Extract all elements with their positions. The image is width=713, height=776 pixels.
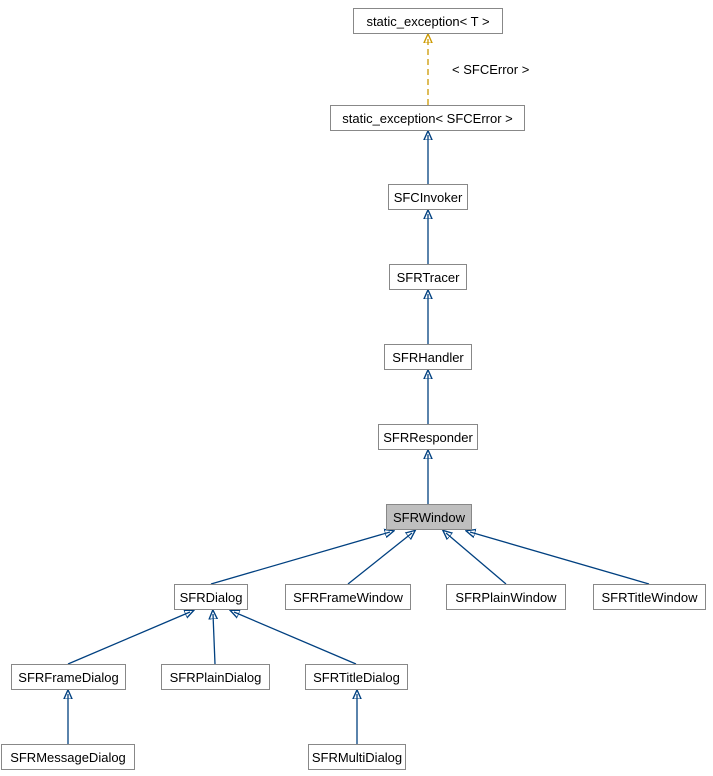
edge-inherit: [213, 614, 215, 664]
diagram-canvas: static_exception< T > < SFCError > stati…: [0, 0, 713, 776]
node-label: SFRMessageDialog: [10, 750, 126, 765]
node-sfrplaindialog[interactable]: SFRPlainDialog: [161, 664, 270, 690]
node-label: SFRTracer: [397, 270, 460, 285]
node-label: SFRFrameWindow: [293, 590, 403, 605]
node-sfrmultidialog[interactable]: SFRMultiDialog: [308, 744, 406, 770]
node-sfrresponder[interactable]: SFRResponder: [378, 424, 478, 450]
node-label: SFRResponder: [383, 430, 473, 445]
node-label: SFRTitleDialog: [313, 670, 400, 685]
node-label: static_exception< SFCError >: [342, 111, 513, 126]
node-label: static_exception< T >: [366, 14, 489, 29]
node-sfcinvoker[interactable]: SFCInvoker: [388, 184, 468, 210]
node-sfrdialog[interactable]: SFRDialog: [174, 584, 248, 610]
node-sfrwindow[interactable]: SFRWindow: [386, 504, 472, 530]
edge-inherit: [68, 612, 190, 664]
node-label: SFRMultiDialog: [312, 750, 402, 765]
node-static-exception-sfcerror[interactable]: static_exception< SFCError >: [330, 105, 525, 131]
edge-inherit: [348, 533, 412, 584]
node-label: SFRTitleWindow: [601, 590, 697, 605]
edge-inherit: [446, 533, 506, 584]
node-label: SFRPlainWindow: [455, 590, 556, 605]
node-label: SFRWindow: [393, 510, 465, 525]
node-sfrmessagedialog[interactable]: SFRMessageDialog: [1, 744, 135, 770]
node-static-exception-t[interactable]: static_exception< T >: [353, 8, 503, 34]
node-sfrtracer[interactable]: SFRTracer: [389, 264, 467, 290]
node-sfrframewindow[interactable]: SFRFrameWindow: [285, 584, 411, 610]
template-param-label: < SFCError >: [452, 62, 529, 77]
node-sfrhandler[interactable]: SFRHandler: [384, 344, 472, 370]
node-sfrplainwindow[interactable]: SFRPlainWindow: [446, 584, 566, 610]
node-sfrtitledialog[interactable]: SFRTitleDialog: [305, 664, 408, 690]
node-label: SFRPlainDialog: [170, 670, 262, 685]
edge-inherit: [234, 612, 356, 664]
node-label: SFRDialog: [180, 590, 243, 605]
node-sfrtitlewindow[interactable]: SFRTitleWindow: [593, 584, 706, 610]
node-label: SFRFrameDialog: [18, 670, 118, 685]
edge-inherit: [470, 532, 649, 584]
node-label: SFRHandler: [392, 350, 464, 365]
node-label: SFCInvoker: [394, 190, 463, 205]
node-sfrframedialog[interactable]: SFRFrameDialog: [11, 664, 126, 690]
edge-inherit: [211, 532, 390, 584]
